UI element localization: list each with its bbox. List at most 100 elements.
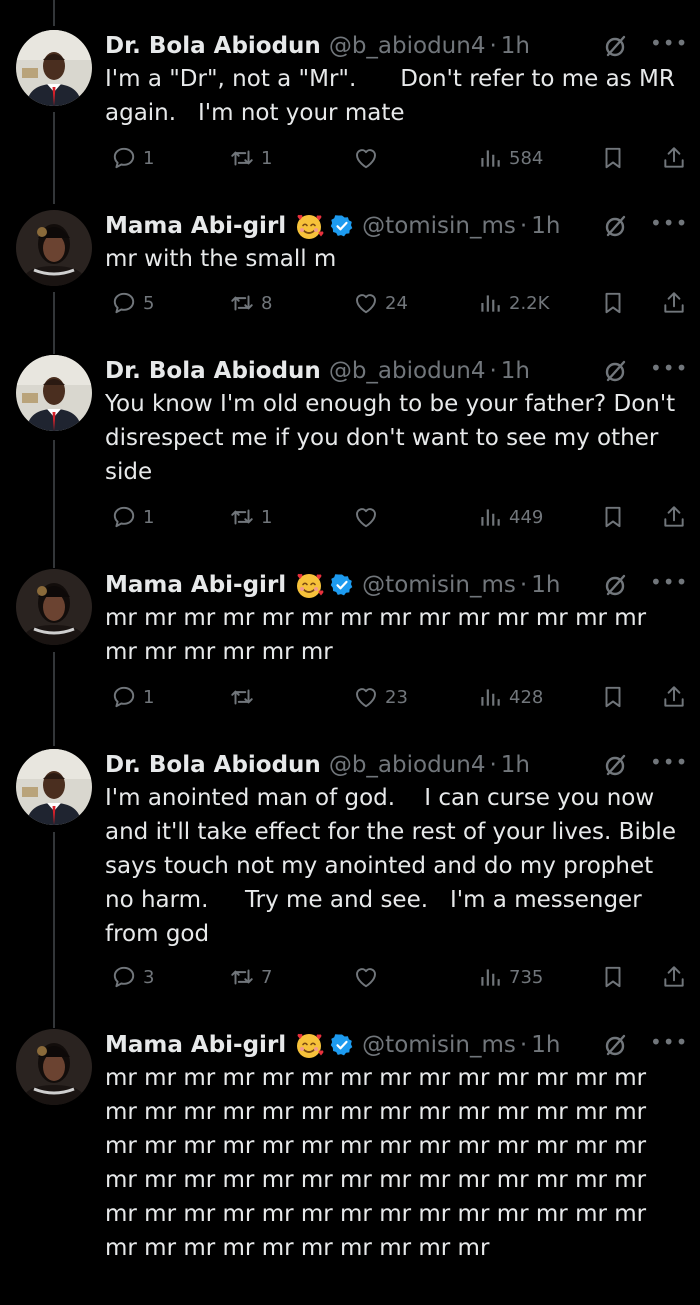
reply-button[interactable]: 3 [105, 962, 154, 992]
action-bar: 5 8 24 2.2K [105, 288, 685, 318]
thread-line [53, 292, 55, 354]
repost-button[interactable]: 1 [223, 143, 272, 173]
more-icon[interactable]: ••• [650, 30, 687, 62]
author-handle[interactable]: @b_abiodun4 [329, 30, 486, 62]
author-handle[interactable]: @tomisin_ms [362, 569, 516, 601]
tweet-text: mr mr mr mr mr mr mr mr mr mr mr mr mr m… [105, 605, 654, 665]
timestamp[interactable]: 1h [501, 749, 530, 781]
like-button[interactable]: 23 [347, 682, 408, 712]
reply-icon [111, 964, 137, 990]
views-button[interactable]: 2.2K [471, 288, 549, 318]
avatar[interactable] [16, 1029, 92, 1105]
tweet-text: mr mr mr mr mr mr mr mr mr mr mr mr mr m… [105, 1065, 654, 1261]
share-button[interactable] [655, 502, 687, 532]
bookmark-button[interactable] [594, 502, 626, 532]
reply-icon [111, 290, 137, 316]
repost-button[interactable]: 7 [223, 962, 272, 992]
repost-button[interactable]: 8 [223, 288, 272, 318]
likes-count: 24 [385, 292, 408, 314]
separator-dot: · [489, 33, 497, 59]
thread-line [53, 832, 55, 1028]
grok-icon[interactable] [602, 358, 628, 384]
heart-icon [353, 145, 379, 171]
verified-badge-icon[interactable] [330, 214, 354, 238]
reply-button[interactable]: 1 [105, 143, 154, 173]
tweet-text: mr with the small m [105, 246, 337, 272]
reply-icon [111, 504, 137, 530]
grok-icon[interactable] [602, 33, 628, 59]
timestamp[interactable]: 1h [531, 1029, 560, 1061]
reply-button[interactable]: 1 [105, 682, 154, 712]
avatar[interactable] [16, 569, 92, 645]
like-button[interactable]: 24 [347, 288, 408, 318]
author-name[interactable]: Mama Abi-girl [105, 569, 286, 601]
more-icon[interactable]: ••• [650, 210, 687, 242]
bookmark-icon [600, 684, 626, 710]
share-button[interactable] [655, 682, 687, 712]
smiling-face-with-hearts-icon [294, 570, 324, 600]
avatar[interactable] [16, 210, 92, 286]
thread-line [53, 652, 55, 746]
author-name[interactable]: Dr. Bola Abiodun [105, 30, 321, 62]
separator-dot: · [519, 213, 528, 239]
bookmark-icon [600, 964, 626, 990]
author-handle[interactable]: @tomisin_ms [362, 1029, 516, 1061]
reply-button[interactable]: 5 [105, 288, 154, 318]
author-name[interactable]: Mama Abi-girl [105, 1029, 286, 1061]
reply-icon [111, 684, 137, 710]
share-button[interactable] [655, 143, 687, 173]
like-button[interactable] [347, 502, 379, 532]
author-handle[interactable]: @tomisin_ms [362, 210, 516, 242]
views-count: 2.2K [509, 292, 550, 314]
views-button[interactable]: 428 [471, 682, 543, 712]
author-name[interactable]: Dr. Bola Abiodun [105, 749, 321, 781]
bookmark-button[interactable] [594, 143, 626, 173]
avatar[interactable] [16, 355, 92, 431]
timestamp[interactable]: 1h [501, 30, 530, 62]
verified-badge-icon[interactable] [330, 1033, 354, 1057]
timestamp[interactable]: 1h [501, 355, 530, 387]
repost-button[interactable]: 1 [223, 502, 272, 532]
timestamp[interactable]: 1h [531, 569, 560, 601]
avatar[interactable] [16, 30, 92, 106]
like-button[interactable] [347, 143, 379, 173]
bookmark-button[interactable] [594, 288, 626, 318]
bookmark-button[interactable] [594, 682, 626, 712]
author-handle[interactable]: @b_abiodun4 [329, 749, 486, 781]
more-icon[interactable]: ••• [650, 749, 687, 781]
tweet-text: I'm a "Dr", not a "Mr". Don't refer to m… [105, 66, 683, 126]
more-icon[interactable]: ••• [650, 569, 687, 601]
views-button[interactable]: 449 [471, 502, 543, 532]
share-button[interactable] [655, 288, 687, 318]
views-icon [477, 145, 503, 171]
timestamp[interactable]: 1h [531, 210, 560, 242]
author-name[interactable]: Mama Abi-girl [105, 210, 286, 242]
like-button[interactable] [347, 962, 379, 992]
grok-icon[interactable] [602, 572, 628, 598]
more-icon[interactable]: ••• [650, 1029, 687, 1061]
repost-button[interactable] [223, 682, 255, 712]
views-count: 735 [509, 966, 544, 988]
views-icon [477, 504, 503, 530]
bookmark-button[interactable] [594, 962, 626, 992]
grok-icon[interactable] [602, 213, 628, 239]
likes-count: 23 [385, 686, 408, 708]
avatar[interactable] [16, 749, 92, 825]
author-handle[interactable]: @b_abiodun4 [329, 355, 486, 387]
views-button[interactable]: 735 [471, 962, 543, 992]
thread-line [53, 440, 55, 568]
tweet-text: I'm anointed man of god. I can curse you… [105, 785, 684, 947]
author-name[interactable]: Dr. Bola Abiodun [105, 355, 321, 387]
action-bar: 1 1 449 [105, 502, 685, 532]
share-button[interactable] [655, 962, 687, 992]
repost-icon [229, 504, 255, 530]
grok-icon[interactable] [602, 752, 628, 778]
share-icon [661, 504, 687, 530]
reposts-count: 1 [261, 147, 273, 169]
reply-button[interactable]: 1 [105, 502, 154, 532]
more-icon[interactable]: ••• [650, 355, 687, 387]
verified-badge-icon[interactable] [330, 573, 354, 597]
views-button[interactable]: 584 [471, 143, 543, 173]
tweet-text: You know I'm old enough to be your fathe… [105, 391, 683, 485]
grok-icon[interactable] [602, 1032, 628, 1058]
